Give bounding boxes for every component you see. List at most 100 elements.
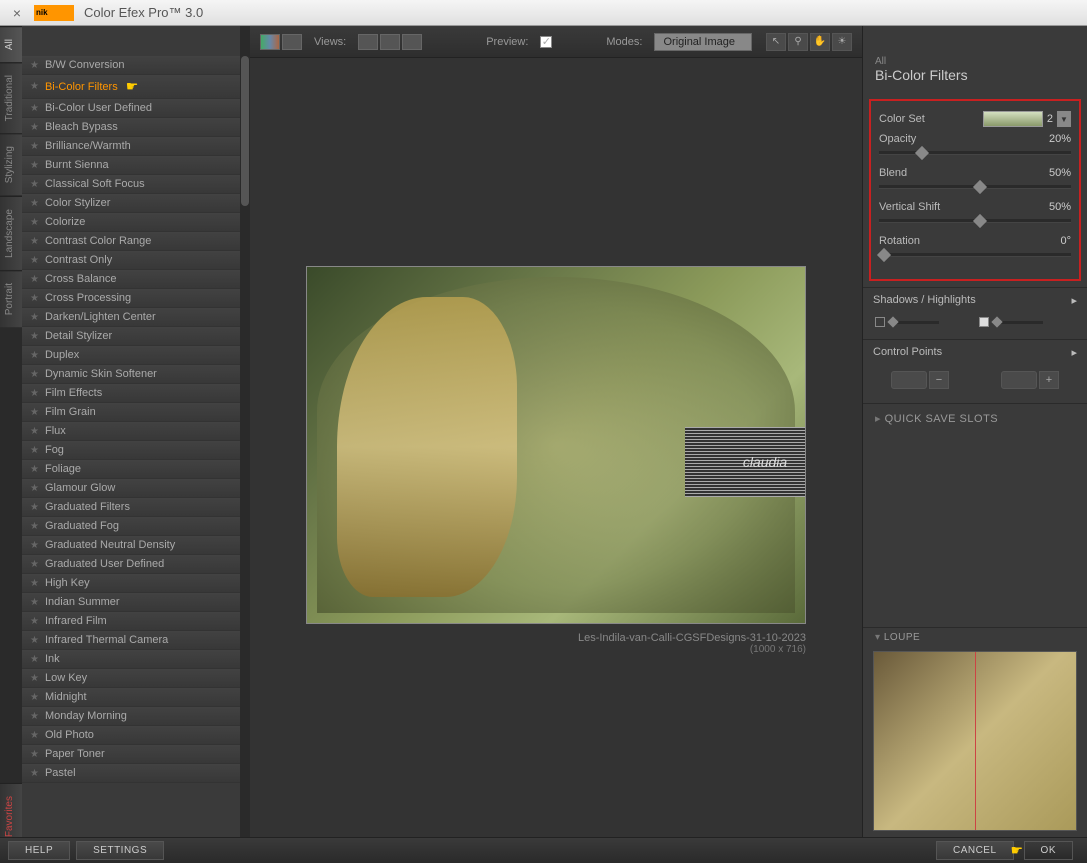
filter-item[interactable]: ★Contrast Only — [22, 251, 240, 270]
star-icon[interactable]: ★ — [30, 635, 39, 646]
star-icon[interactable]: ★ — [30, 654, 39, 665]
filter-item[interactable]: ★Contrast Color Range — [22, 232, 240, 251]
filter-item[interactable]: ★Indian Summer — [22, 593, 240, 612]
star-icon[interactable]: ★ — [30, 293, 39, 304]
slider[interactable] — [879, 253, 1071, 257]
vtab-portrait[interactable]: Portrait — [0, 270, 22, 327]
filter-item[interactable]: ★B/W Conversion — [22, 56, 240, 75]
star-icon[interactable]: ★ — [30, 179, 39, 190]
filter-item[interactable]: ★Colorize — [22, 213, 240, 232]
star-icon[interactable]: ★ — [30, 388, 39, 399]
loupe-header[interactable]: LOUPE — [863, 627, 1087, 647]
star-icon[interactable]: ★ — [30, 578, 39, 589]
control-points-header[interactable]: Control Points▸ — [863, 339, 1087, 365]
filter-item[interactable]: ★Bleach Bypass — [22, 118, 240, 137]
color-swatch[interactable] — [983, 111, 1043, 127]
slider[interactable] — [879, 185, 1071, 189]
star-icon[interactable]: ★ — [30, 160, 39, 171]
close-icon[interactable]: × — [8, 4, 26, 22]
star-icon[interactable]: ★ — [30, 768, 39, 779]
filter-item[interactable]: ★Detail Stylizer — [22, 327, 240, 346]
star-icon[interactable]: ★ — [30, 198, 39, 209]
star-icon[interactable]: ★ — [30, 331, 39, 342]
filter-item[interactable]: ★Burnt Sienna — [22, 156, 240, 175]
star-icon[interactable]: ★ — [30, 141, 39, 152]
vtab-all[interactable]: All — [0, 26, 22, 62]
filter-item[interactable]: ★Infrared Film — [22, 612, 240, 631]
filter-item[interactable]: ★Foliage — [22, 460, 240, 479]
star-icon[interactable]: ★ — [30, 236, 39, 247]
cp-add-button[interactable] — [891, 371, 927, 389]
star-icon[interactable]: ★ — [30, 426, 39, 437]
star-icon[interactable]: ★ — [30, 407, 39, 418]
star-icon[interactable]: ★ — [30, 711, 39, 722]
slider-thumb[interactable] — [877, 248, 891, 262]
minus-button[interactable]: − — [929, 371, 949, 389]
star-icon[interactable]: ★ — [30, 730, 39, 741]
filter-item[interactable]: ★Darken/Lighten Center — [22, 308, 240, 327]
star-icon[interactable]: ★ — [30, 81, 39, 92]
shadows-slider[interactable] — [889, 321, 939, 324]
filter-item[interactable]: ★Graduated Neutral Density — [22, 536, 240, 555]
slider-thumb[interactable] — [973, 180, 987, 194]
preview-checkbox[interactable]: ✓ — [540, 36, 552, 48]
filter-item[interactable]: ★Brilliance/Warmth — [22, 137, 240, 156]
filter-item[interactable]: ★Film Effects — [22, 384, 240, 403]
star-icon[interactable]: ★ — [30, 540, 39, 551]
view-side-icon[interactable] — [402, 34, 422, 50]
star-icon[interactable]: ★ — [30, 483, 39, 494]
cancel-button[interactable]: CANCEL — [936, 841, 1014, 860]
star-icon[interactable]: ★ — [30, 464, 39, 475]
view-color-icon[interactable] — [260, 34, 280, 50]
star-icon[interactable]: ★ — [30, 445, 39, 456]
ok-button[interactable]: ☛OK — [1024, 841, 1073, 860]
filter-item[interactable]: ★Cross Balance — [22, 270, 240, 289]
star-icon[interactable]: ★ — [30, 274, 39, 285]
filter-item[interactable]: ★Ink — [22, 650, 240, 669]
quick-save-slots[interactable]: QUICK SAVE SLOTS — [863, 403, 1087, 433]
vtab-traditional[interactable]: Traditional — [0, 62, 22, 133]
highlights-box[interactable] — [979, 317, 989, 327]
star-icon[interactable]: ★ — [30, 521, 39, 532]
slider-thumb[interactable] — [915, 146, 929, 160]
star-icon[interactable]: ★ — [30, 369, 39, 380]
slider[interactable] — [879, 151, 1071, 155]
scrollbar[interactable] — [240, 26, 250, 863]
filter-item[interactable]: ★Flux — [22, 422, 240, 441]
loupe-view[interactable] — [873, 651, 1077, 831]
star-icon[interactable]: ★ — [30, 103, 39, 114]
tool-move-icon[interactable]: ↖ — [766, 33, 786, 51]
filter-item[interactable]: ★Cross Processing — [22, 289, 240, 308]
slider-thumb[interactable] — [973, 214, 987, 228]
filter-item[interactable]: ★Infrared Thermal Camera — [22, 631, 240, 650]
view-split-icon[interactable] — [380, 34, 400, 50]
filter-item[interactable]: ★Old Photo — [22, 726, 240, 745]
filter-item[interactable]: ★Graduated Filters — [22, 498, 240, 517]
filter-item[interactable]: ★Bi-Color User Defined — [22, 99, 240, 118]
filter-list[interactable]: ★B/W Conversion★Bi-Color Filters☛★Bi-Col… — [22, 26, 240, 863]
view-single-icon[interactable] — [358, 34, 378, 50]
star-icon[interactable]: ★ — [30, 749, 39, 760]
view-bw-icon[interactable] — [282, 34, 302, 50]
settings-button[interactable]: SETTINGS — [76, 841, 164, 860]
vtab-stylizing[interactable]: Stylizing — [0, 133, 22, 195]
filter-item[interactable]: ★High Key — [22, 574, 240, 593]
star-icon[interactable]: ★ — [30, 597, 39, 608]
filter-item[interactable]: ★Low Key — [22, 669, 240, 688]
filter-item[interactable]: ★Color Stylizer — [22, 194, 240, 213]
highlights-slider[interactable] — [993, 321, 1043, 324]
filter-item[interactable]: ★Graduated Fog — [22, 517, 240, 536]
star-icon[interactable]: ★ — [30, 502, 39, 513]
filter-item[interactable]: ★Bi-Color Filters☛ — [22, 75, 240, 99]
filter-item[interactable]: ★Dynamic Skin Softener — [22, 365, 240, 384]
star-icon[interactable]: ★ — [30, 616, 39, 627]
star-icon[interactable]: ★ — [30, 60, 39, 71]
filter-item[interactable]: ★Glamour Glow — [22, 479, 240, 498]
preview-image[interactable]: claudia — [306, 266, 806, 624]
filter-item[interactable]: ★Paper Toner — [22, 745, 240, 764]
scroll-thumb[interactable] — [241, 56, 249, 206]
cp-add2-button[interactable] — [1001, 371, 1037, 389]
shadows-box[interactable] — [875, 317, 885, 327]
dropdown-icon[interactable]: ▼ — [1057, 111, 1071, 127]
filter-item[interactable]: ★Film Grain — [22, 403, 240, 422]
